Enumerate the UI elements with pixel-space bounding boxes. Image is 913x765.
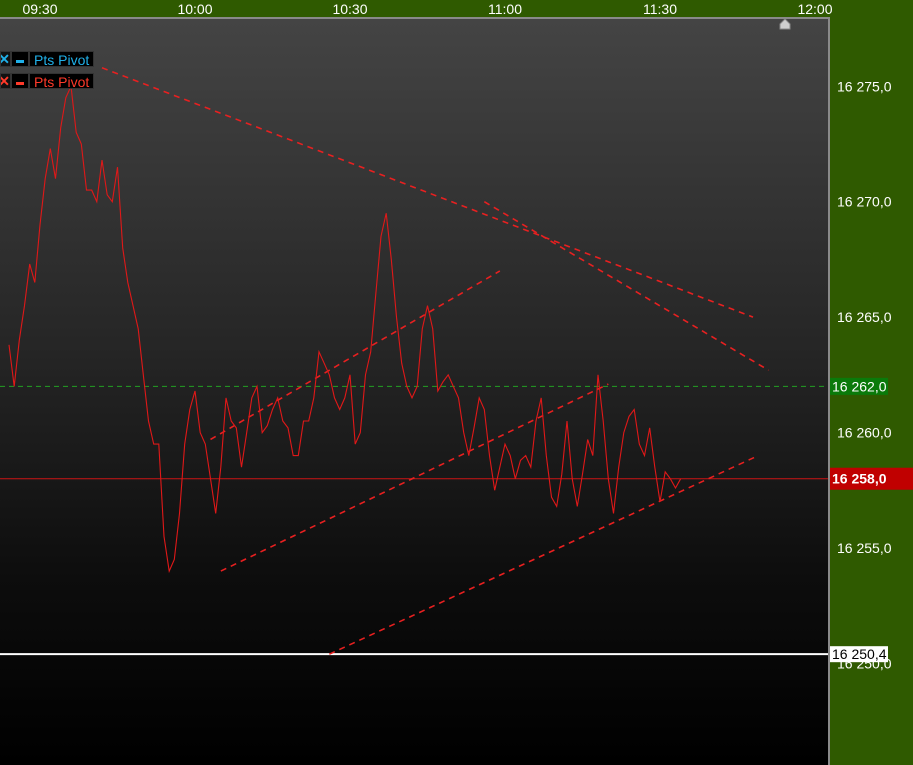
time-tick-label: 11:30 [643, 1, 677, 17]
time-tick-label: 12:00 [797, 1, 832, 17]
level-label: 16 262,0 [832, 378, 887, 394]
price-tick-label: 16 270,0 [837, 194, 892, 210]
legend-row-1[interactable]: ✕ Pts Pivot [0, 51, 95, 68]
legend-label: Pts Pivot [29, 73, 95, 90]
price-tick-label: 16 260,0 [837, 425, 892, 441]
time-tick-label: 10:00 [177, 1, 212, 17]
scroll-marker-icon [779, 18, 791, 30]
trendline [101, 67, 754, 318]
trendline [210, 270, 501, 441]
price-tick-label: 16 265,0 [837, 309, 892, 325]
legend-row-2[interactable]: ✕ Pts Pivot [0, 73, 95, 90]
time-tick-label: 10:30 [332, 1, 367, 17]
trendline [483, 201, 769, 371]
trendline [328, 454, 759, 655]
line-style-icon [11, 51, 29, 67]
time-tick-label: 09:30 [22, 1, 57, 17]
trendline [220, 383, 609, 572]
price-tick-label: 16 255,0 [837, 540, 892, 556]
close-icon[interactable]: ✕ [0, 51, 11, 67]
price-chart: 09:30 10:00 10:30 11:00 11:30 12:00 16 275,0 16… [0, 1, 913, 671]
legend-label: Pts Pivot [29, 51, 95, 68]
line-style-icon [11, 73, 29, 89]
level-label: 16 250,4 [832, 646, 887, 662]
close-icon[interactable]: ✕ [0, 73, 11, 89]
price-tick-label: 16 275,0 [837, 78, 892, 94]
price-line [8, 84, 682, 574]
time-tick-label: 11:00 [488, 1, 522, 17]
level-label: 16 258,0 [832, 471, 887, 487]
